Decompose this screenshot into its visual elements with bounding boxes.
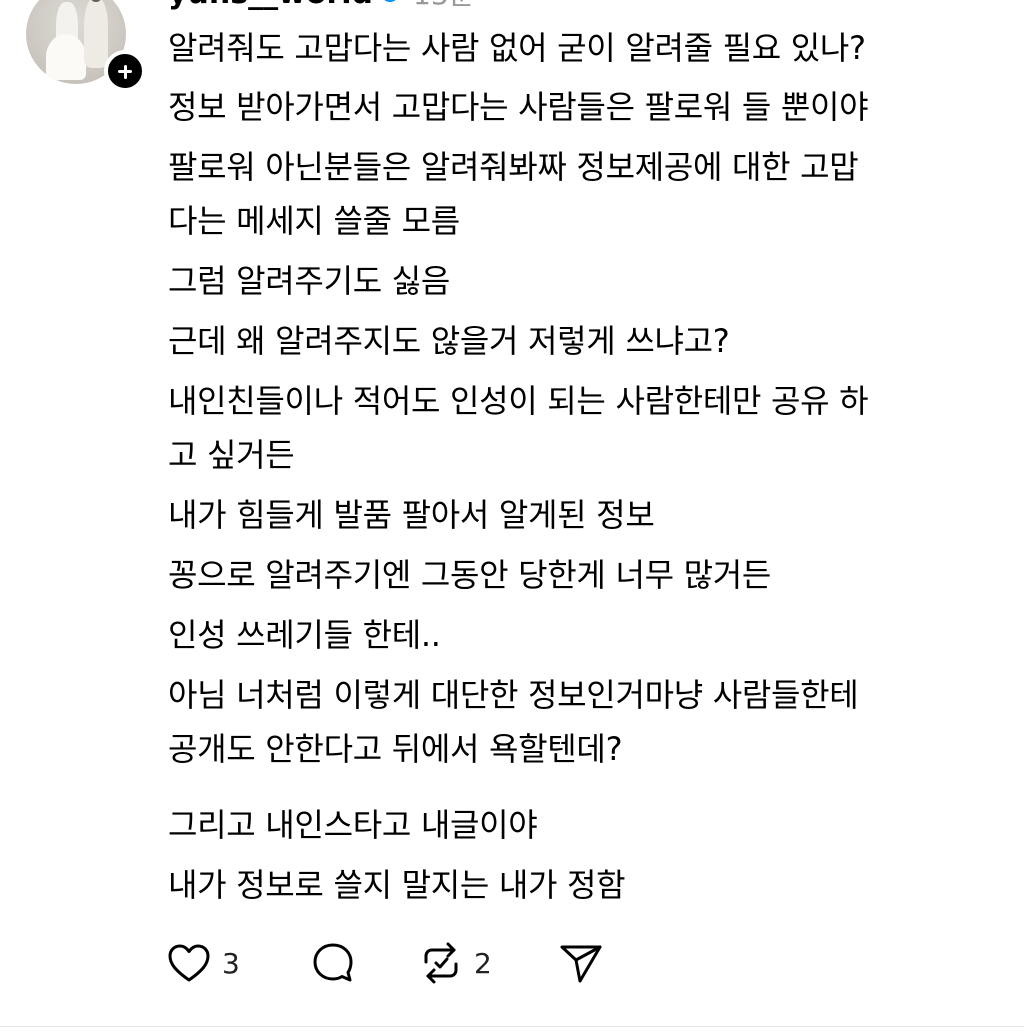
like-count: 3	[222, 946, 240, 980]
comment-icon	[308, 938, 358, 988]
post-actions: 3 2	[164, 938, 664, 988]
post-text-line: 다는 메세지 쓸줄 모름	[168, 202, 460, 240]
post-header: yuns__world 13분	[168, 0, 474, 11]
timestamp: 13분	[413, 0, 474, 13]
repost-button[interactable]: 2	[416, 938, 492, 988]
like-button[interactable]: 3	[164, 938, 240, 988]
share-button[interactable]	[556, 938, 606, 988]
send-icon	[556, 938, 606, 988]
avatar-container[interactable]	[26, 0, 146, 92]
post-text-line: 알려줘도 고맙다는 사람 없어 굳이 알려줄 필요 있나?	[168, 29, 866, 67]
post-divider	[0, 1026, 1024, 1027]
thread-post: yuns__world 13분 알려줘도 고맙다는 사람 없어 굳이 알려줄 필…	[0, 0, 1024, 1034]
post-text-line: 근데 왜 알려주지도 않을거 저렇게 쓰냐고?	[168, 322, 730, 360]
post-text-line: 인성 쓰레기들 한테..	[168, 616, 441, 654]
post-text-line: 그리고 내인스타고 내글이야	[168, 806, 538, 844]
post-text-line: 내인친들이나 적어도 인성이 되는 사람한테만 공유 하	[168, 382, 869, 420]
heart-icon	[164, 938, 214, 988]
post-text-line: 꽁으로 알려주기엔 그동안 당한게 너무 많거든	[168, 556, 772, 594]
reply-button[interactable]	[308, 938, 358, 988]
post-text-line: 아님 너처럼 이렇게 대단한 정보인거마냥 사람들한테	[168, 676, 859, 714]
post-text-line: 고 싶거든	[168, 436, 295, 474]
post-body: 알려줘도 고맙다는 사람 없어 굳이 알려줄 필요 있나? 정보 받아가면서 고…	[168, 24, 1008, 909]
post-text-line: 그럼 알려주기도 싫음	[168, 262, 451, 300]
username[interactable]: yuns__world	[168, 0, 373, 11]
post-text-line: 공개도 안한다고 뒤에서 욕할텐데?	[168, 730, 623, 768]
post-text-line: 내가 정보로 쓸지 말지는 내가 정함	[168, 866, 626, 904]
post-text-line: 팔로워 아닌분들은 알려줘봐짜 정보제공에 대한 고맙	[168, 148, 859, 186]
post-text-line: 정보 받아가면서 고맙다는 사람들은 팔로워 들 뿐이야	[168, 88, 869, 126]
repost-count: 2	[474, 946, 492, 980]
follow-button[interactable]	[104, 50, 146, 92]
post-text-line: 내가 힘들게 발품 팔아서 알게된 정보	[168, 496, 655, 534]
verified-badge-icon	[381, 0, 400, 2]
repost-icon	[416, 938, 466, 988]
